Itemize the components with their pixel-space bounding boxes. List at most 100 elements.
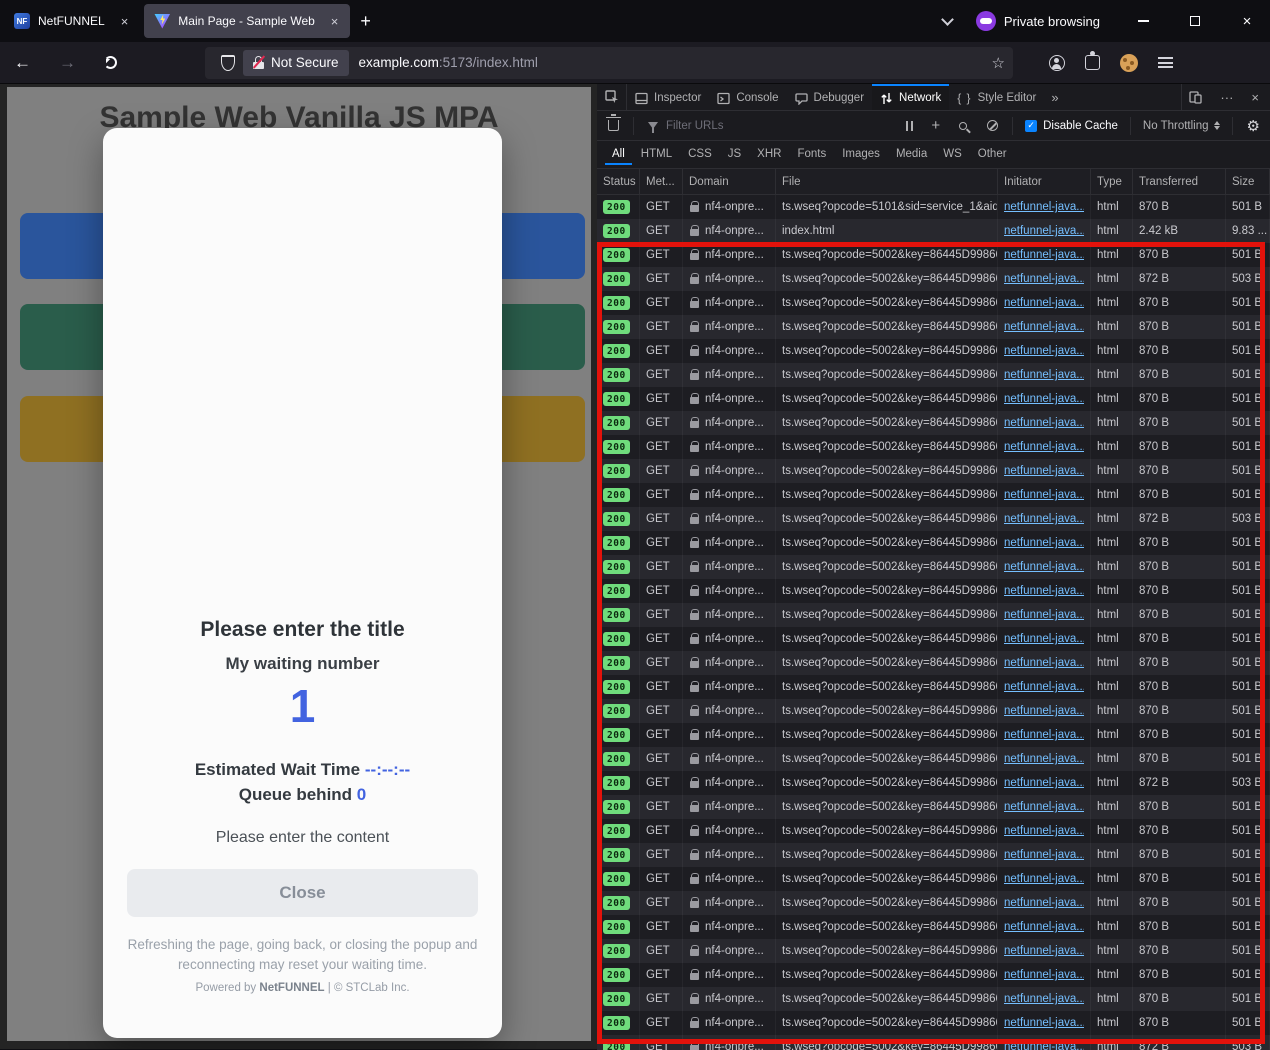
initiator-link[interactable]: netfunnel-java... (1004, 321, 1084, 333)
menu-hamburger-icon[interactable] (1158, 57, 1173, 68)
initiator-link[interactable]: netfunnel-java... (1004, 345, 1084, 357)
initiator-link[interactable]: netfunnel-java... (1004, 273, 1084, 285)
forward-button[interactable]: → (45, 53, 90, 73)
account-icon[interactable] (1049, 55, 1065, 71)
table-row[interactable]: 200GETnf4-onpre...ts.wseq?opcode=5002&ke… (597, 459, 1270, 483)
table-row[interactable]: 200GETnf4-onpre...ts.wseq?opcode=5002&ke… (597, 771, 1270, 795)
url-bar[interactable]: Not Secure example.com:5173/index.html ☆ (205, 47, 1013, 79)
initiator-link[interactable]: netfunnel-java... (1004, 369, 1084, 381)
table-row[interactable]: 200GETnf4-onpre...ts.wseq?opcode=5002&ke… (597, 1011, 1270, 1035)
not-secure-chip[interactable]: Not Secure (243, 50, 349, 76)
bookmark-star-icon[interactable]: ☆ (992, 54, 1005, 72)
shield-icon[interactable] (221, 55, 235, 71)
table-row[interactable]: 200GETnf4-onpre...ts.wseq?opcode=5002&ke… (597, 963, 1270, 987)
initiator-link[interactable]: netfunnel-java... (1004, 849, 1084, 861)
table-row[interactable]: 200GETnf4-onpre...ts.wseq?opcode=5002&ke… (597, 867, 1270, 891)
initiator-link[interactable]: netfunnel-java... (1004, 873, 1084, 885)
initiator-link[interactable]: netfunnel-java... (1004, 777, 1084, 789)
table-row[interactable]: 200GETnf4-onpre...ts.wseq?opcode=5002&ke… (597, 315, 1270, 339)
initiator-link[interactable]: netfunnel-java... (1004, 921, 1084, 933)
table-row[interactable]: 200GETnf4-onpre...ts.wseq?opcode=5002&ke… (597, 1035, 1270, 1050)
column-header[interactable]: Met... (640, 169, 683, 194)
table-row[interactable]: 200GETnf4-onpre...ts.wseq?opcode=5002&ke… (597, 675, 1270, 699)
filter-pill-js[interactable]: JS (721, 144, 748, 165)
filter-pill-fonts[interactable]: Fonts (790, 144, 833, 165)
pause-recording-icon[interactable] (906, 121, 914, 131)
initiator-link[interactable]: netfunnel-java... (1004, 633, 1084, 645)
initiator-link[interactable]: netfunnel-java... (1004, 537, 1084, 549)
table-row[interactable]: 200GETnf4-onpre...ts.wseq?opcode=5002&ke… (597, 819, 1270, 843)
network-settings-gear-icon[interactable]: ⚙ (1247, 117, 1260, 135)
filter-pill-ws[interactable]: WS (936, 144, 969, 165)
column-header[interactable]: Transferred (1133, 169, 1226, 194)
table-row[interactable]: 200GETnf4-onpre...ts.wseq?opcode=5002&ke… (597, 243, 1270, 267)
table-row[interactable]: 200GETnf4-onpre...ts.wseq?opcode=5002&ke… (597, 507, 1270, 531)
initiator-link[interactable]: netfunnel-java... (1004, 249, 1084, 261)
table-row[interactable]: 200GETnf4-onpre...ts.wseq?opcode=5002&ke… (597, 699, 1270, 723)
tab-close-icon[interactable]: × (329, 14, 341, 29)
table-row[interactable]: 200GETnf4-onpre...ts.wseq?opcode=5002&ke… (597, 915, 1270, 939)
filter-pill-html[interactable]: HTML (634, 144, 679, 165)
column-header[interactable]: Type (1091, 169, 1133, 194)
table-row[interactable]: 200GETnf4-onpre...index.htmlnetfunnel-ja… (597, 219, 1270, 243)
initiator-link[interactable]: netfunnel-java... (1004, 465, 1084, 477)
throttling-dropdown[interactable]: No Throttling (1143, 120, 1220, 132)
column-header[interactable]: Domain (683, 169, 776, 194)
table-row[interactable]: 200GETnf4-onpre...ts.wseq?opcode=5002&ke… (597, 627, 1270, 651)
devtools-meatball-menu-icon[interactable]: ··· (1213, 90, 1240, 105)
table-row[interactable]: 200GETnf4-onpre...ts.wseq?opcode=5101&si… (597, 195, 1270, 219)
initiator-link[interactable]: netfunnel-java... (1004, 201, 1084, 213)
initiator-link[interactable]: netfunnel-java... (1004, 609, 1084, 621)
table-row[interactable]: 200GETnf4-onpre...ts.wseq?opcode=5002&ke… (597, 291, 1270, 315)
initiator-link[interactable]: netfunnel-java... (1004, 897, 1084, 909)
table-row[interactable]: 200GETnf4-onpre...ts.wseq?opcode=5002&ke… (597, 939, 1270, 963)
initiator-link[interactable]: netfunnel-java... (1004, 753, 1084, 765)
request-blocking-icon[interactable] (987, 120, 998, 131)
maximize-button[interactable] (1172, 5, 1218, 37)
initiator-link[interactable]: netfunnel-java... (1004, 993, 1084, 1005)
minimize-button[interactable] (1120, 5, 1166, 37)
column-header[interactable]: Status (597, 169, 640, 194)
search-icon[interactable] (959, 122, 967, 130)
initiator-link[interactable]: netfunnel-java... (1004, 489, 1084, 501)
initiator-link[interactable]: netfunnel-java... (1004, 441, 1084, 453)
initiator-link[interactable]: netfunnel-java... (1004, 513, 1084, 525)
table-row[interactable]: 200GETnf4-onpre...ts.wseq?opcode=5002&ke… (597, 891, 1270, 915)
table-row[interactable]: 200GETnf4-onpre...ts.wseq?opcode=5002&ke… (597, 723, 1270, 747)
column-header[interactable]: Size (1226, 169, 1270, 194)
responsive-design-mode-icon[interactable] (1182, 91, 1209, 104)
table-row[interactable]: 200GETnf4-onpre...ts.wseq?opcode=5002&ke… (597, 555, 1270, 579)
initiator-link[interactable]: netfunnel-java... (1004, 945, 1084, 957)
initiator-link[interactable]: netfunnel-java... (1004, 1017, 1084, 1029)
tab-console[interactable]: Console (709, 84, 786, 110)
table-row[interactable]: 200GETnf4-onpre...ts.wseq?opcode=5002&ke… (597, 579, 1270, 603)
table-row[interactable]: 200GETnf4-onpre...ts.wseq?opcode=5002&ke… (597, 747, 1270, 771)
table-row[interactable]: 200GETnf4-onpre...ts.wseq?opcode=5002&ke… (597, 651, 1270, 675)
initiator-link[interactable]: netfunnel-java... (1004, 1041, 1084, 1050)
initiator-link[interactable]: netfunnel-java... (1004, 825, 1084, 837)
initiator-link[interactable]: netfunnel-java... (1004, 729, 1084, 741)
disable-cache-control[interactable]: ✓ Disable Cache (1025, 120, 1118, 132)
filter-urls-input[interactable]: Filter URLs (666, 120, 897, 132)
filter-pill-xhr[interactable]: XHR (750, 144, 788, 165)
table-row[interactable]: 200GETnf4-onpre...ts.wseq?opcode=5002&ke… (597, 795, 1270, 819)
reload-button[interactable] (104, 56, 117, 69)
table-row[interactable]: 200GETnf4-onpre...ts.wseq?opcode=5002&ke… (597, 411, 1270, 435)
list-tabs-chevron-icon[interactable] (941, 13, 954, 26)
initiator-link[interactable]: netfunnel-java... (1004, 393, 1084, 405)
initiator-link[interactable]: netfunnel-java... (1004, 657, 1084, 669)
new-request-plus-icon[interactable]: + (931, 117, 940, 134)
table-row[interactable]: 200GETnf4-onpre...ts.wseq?opcode=5002&ke… (597, 603, 1270, 627)
initiator-link[interactable]: netfunnel-java... (1004, 297, 1084, 309)
table-row[interactable]: 200GETnf4-onpre...ts.wseq?opcode=5002&ke… (597, 483, 1270, 507)
table-row[interactable]: 200GETnf4-onpre...ts.wseq?opcode=5002&ke… (597, 987, 1270, 1011)
column-header[interactable]: Initiator (998, 169, 1091, 194)
clear-requests-trash-icon[interactable] (608, 120, 619, 131)
table-row[interactable]: 200GETnf4-onpre...ts.wseq?opcode=5002&ke… (597, 531, 1270, 555)
initiator-link[interactable]: netfunnel-java... (1004, 225, 1084, 237)
table-row[interactable]: 200GETnf4-onpre...ts.wseq?opcode=5002&ke… (597, 387, 1270, 411)
initiator-link[interactable]: netfunnel-java... (1004, 561, 1084, 573)
filter-pill-other[interactable]: Other (971, 144, 1014, 165)
more-tabs-chevrons-icon[interactable]: » (1044, 84, 1065, 110)
extensions-puzzle-icon[interactable] (1085, 55, 1100, 70)
